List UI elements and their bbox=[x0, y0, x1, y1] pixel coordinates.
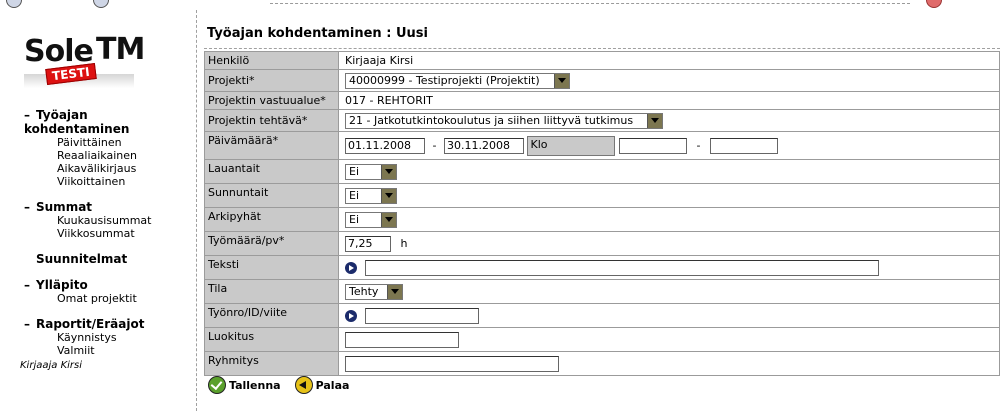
row-henkilo: Henkilö Kirjaaja Kirsi bbox=[204, 51, 1000, 70]
arkipyhat-selected: Ei bbox=[349, 213, 360, 226]
row-tyonro: Työnro/ID/viite bbox=[204, 303, 1000, 328]
save-button[interactable]: Tallenna bbox=[208, 376, 281, 394]
row-tila: Tila Tehty bbox=[204, 279, 1000, 304]
nav-item-valmiit[interactable]: Valmiit bbox=[0, 344, 196, 357]
form-actions: Tallenna Palaa bbox=[208, 376, 349, 394]
close-icon[interactable] bbox=[926, 0, 942, 8]
top-toolbar-strip bbox=[0, 0, 1000, 10]
tila-select[interactable]: Tehty bbox=[345, 283, 403, 300]
row-paivamaara: Päivämäärä* 01.11.2008 - 30.11.2008 Klo … bbox=[204, 131, 1000, 160]
checkmark-icon bbox=[208, 376, 226, 394]
nav-section-summat[interactable]: – Summat bbox=[0, 200, 196, 214]
label-tyomaara: Työmäärä/pv* bbox=[204, 231, 339, 256]
label-arkipyhat: Arkipyhät bbox=[204, 207, 339, 232]
save-label: Tallenna bbox=[229, 378, 281, 392]
sidebar: Sole TM TESTI – Työajan kohdentaminen Päi… bbox=[0, 10, 196, 411]
label-tila: Tila bbox=[204, 279, 339, 304]
label-lauantait: Lauantait bbox=[204, 159, 339, 184]
label-ryhmitys: Ryhmitys bbox=[204, 351, 339, 376]
sunnuntait-selected: Ei bbox=[349, 189, 360, 202]
nav-section-suunnitelmat[interactable]: Suunnitelmat bbox=[0, 252, 196, 266]
row-tehtava: Projektin tehtävä* 21 - Jatkotutkintokou… bbox=[204, 109, 1000, 132]
projekti-select[interactable]: 40000999 - Testiprojekti (Projektit) bbox=[345, 72, 570, 89]
time-separator: - bbox=[696, 138, 701, 152]
chevron-down-icon[interactable] bbox=[381, 164, 396, 179]
entry-form: Henkilö Kirjaaja Kirsi Projekti* 4000099… bbox=[204, 51, 1000, 376]
tehtava-select[interactable]: 21 - Jatkotutkintokoulutus ja siihen lii… bbox=[345, 112, 663, 129]
back-button[interactable]: Palaa bbox=[294, 376, 350, 394]
tehtava-selected: 21 - Jatkotutkintokoulutus ja siihen lii… bbox=[349, 114, 634, 127]
page-title: Työajan kohdentaminen : Uusi bbox=[207, 26, 428, 41]
tyomaara-unit: h bbox=[400, 236, 408, 250]
sidebar-nav: – Työajan kohdentaminen Päivittäinen Reaa… bbox=[0, 108, 196, 357]
row-teksti: Teksti bbox=[204, 255, 1000, 280]
nav-section-tyoajan-kohdentaminen[interactable]: – Työajan kohdentaminen bbox=[0, 108, 196, 136]
label-henkilo: Henkilö bbox=[204, 51, 339, 70]
nav-item-viikoittainen[interactable]: Viikoittainen bbox=[0, 175, 196, 188]
nav-item-kuukausisummat[interactable]: Kuukausisummat bbox=[0, 214, 196, 227]
lauantait-selected: Ei bbox=[349, 165, 360, 178]
chevron-down-icon[interactable] bbox=[647, 113, 662, 128]
tila-selected: Tehty bbox=[349, 285, 379, 298]
teksti-input[interactable] bbox=[364, 259, 879, 276]
tyonro-input[interactable] bbox=[364, 307, 479, 324]
chevron-down-icon[interactable] bbox=[387, 284, 402, 299]
nav-item-viikkosummat[interactable]: Viikkosummat bbox=[0, 227, 196, 240]
label-sunnuntait: Sunnuntait bbox=[204, 183, 339, 208]
title-divider bbox=[204, 48, 1000, 49]
tyomaara-input[interactable]: 7,25 bbox=[345, 235, 391, 252]
row-lauantait: Lauantait Ei bbox=[204, 159, 1000, 184]
value-vastuualue: 017 - REHTORIT bbox=[338, 91, 1000, 110]
back-label: Palaa bbox=[315, 378, 350, 392]
sidebar-divider bbox=[196, 10, 197, 411]
time-from-input[interactable] bbox=[618, 137, 687, 154]
nav-section-yllapito[interactable]: – Ylläpito bbox=[0, 278, 196, 292]
logo-tm: TM bbox=[96, 32, 145, 67]
label-projekti: Projekti* bbox=[204, 69, 339, 92]
ryhmitys-input[interactable] bbox=[345, 355, 559, 372]
row-tyomaara: Työmäärä/pv* 7,25 h bbox=[204, 231, 1000, 256]
nav-item-paivittainen[interactable]: Päivittäinen bbox=[0, 136, 196, 149]
row-sunnuntait: Sunnuntait Ei bbox=[204, 183, 1000, 208]
logged-in-user: Kirjaaja Kirsi bbox=[20, 360, 83, 371]
lauantait-select[interactable]: Ei bbox=[345, 163, 397, 180]
arrow-right-icon[interactable] bbox=[345, 261, 357, 274]
chevron-down-icon[interactable] bbox=[381, 188, 396, 203]
time-to-input[interactable] bbox=[709, 137, 778, 154]
home-icon[interactable] bbox=[6, 0, 22, 8]
date-from-input[interactable]: 01.11.2008 bbox=[345, 137, 425, 154]
soletm-logo: Sole TM TESTI bbox=[24, 32, 145, 92]
chevron-down-icon[interactable] bbox=[554, 73, 569, 88]
nav-item-aikavalikirjaus[interactable]: Aikavälikirjaus bbox=[0, 162, 196, 175]
arrow-right-icon[interactable] bbox=[345, 309, 357, 322]
nav-section-raportit[interactable]: – Raportit/Eräajot bbox=[0, 317, 196, 331]
row-vastuualue: Projektin vastuualue* 017 - REHTORIT bbox=[204, 91, 1000, 110]
nav-item-kaynnistys[interactable]: Käynnistys bbox=[0, 331, 196, 344]
label-luokitus: Luokitus bbox=[204, 327, 339, 352]
arkipyhat-select[interactable]: Ei bbox=[345, 211, 397, 228]
sunnuntait-select[interactable]: Ei bbox=[345, 187, 397, 204]
value-henkilo: Kirjaaja Kirsi bbox=[338, 51, 1000, 70]
label-teksti: Teksti bbox=[204, 255, 339, 280]
top-divider bbox=[270, 0, 910, 4]
row-luokitus: Luokitus bbox=[204, 327, 1000, 352]
label-vastuualue: Projektin vastuualue* bbox=[204, 91, 339, 110]
projekti-selected: 40000999 - Testiprojekti (Projektit) bbox=[349, 74, 540, 87]
print-icon[interactable] bbox=[93, 0, 109, 8]
nav-item-reaaliaikainen[interactable]: Reaaliaikainen bbox=[0, 149, 196, 162]
date-separator: - bbox=[432, 138, 437, 152]
luokitus-input[interactable] bbox=[345, 331, 459, 348]
nav-item-omat-projektit[interactable]: Omat projektit bbox=[0, 292, 196, 305]
back-arrow-icon bbox=[294, 376, 313, 394]
row-projekti: Projekti* 40000999 - Testiprojekti (Proj… bbox=[204, 69, 1000, 92]
row-arkipyhat: Arkipyhät Ei bbox=[204, 207, 1000, 232]
row-ryhmitys: Ryhmitys bbox=[204, 351, 1000, 376]
label-tehtava: Projektin tehtävä* bbox=[204, 109, 339, 132]
label-paivamaara: Päivämäärä* bbox=[204, 131, 339, 160]
date-to-input[interactable]: 30.11.2008 bbox=[443, 137, 524, 154]
label-tyonro: Työnro/ID/viite bbox=[204, 303, 339, 328]
klo-label: Klo bbox=[527, 135, 616, 156]
chevron-down-icon[interactable] bbox=[381, 212, 396, 227]
